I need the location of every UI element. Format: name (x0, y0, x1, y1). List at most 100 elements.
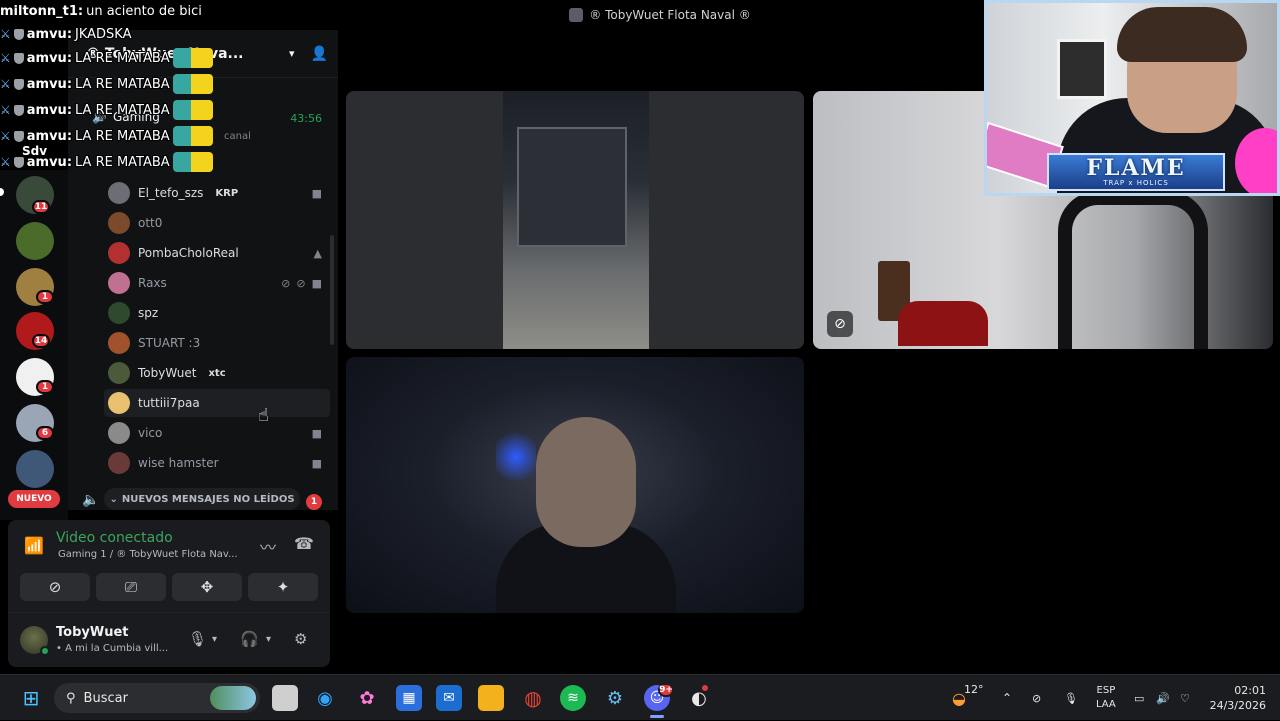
weather-widget[interactable]: ◒ 12° (952, 675, 983, 721)
battery-icon[interactable]: ♡ (1180, 675, 1190, 721)
avatar (108, 452, 130, 474)
clock[interactable]: 02:01 24/3/2026 (1210, 683, 1266, 713)
chrome-icon[interactable]: ◍ (520, 685, 546, 711)
chat-user: amvu: (26, 76, 73, 92)
taskbar: ⊞ ⚲ Buscar ◉ ✿ ▦ ✉ ◍ ≋ ⚙ ☺ 9+ ◐ ◒ 12° ⌃ … (0, 674, 1280, 720)
game-icon: ▲ (313, 246, 322, 260)
chat-user: amvu: (26, 102, 73, 118)
member-row[interactable]: ott0 (104, 209, 330, 237)
member-name: wise hamster (138, 456, 219, 470)
window-title-text: ® TobyWuet Flota Naval ® (589, 8, 751, 22)
avatar (108, 212, 130, 234)
shield-icon (13, 156, 24, 168)
camera-off-button[interactable]: ⊘ (20, 573, 90, 601)
unread-label: NUEVOS MENSAJES NO LEÍDOS (121, 493, 295, 505)
server-badge-6: 6 (36, 426, 54, 440)
user-name[interactable]: TobyWuet (56, 625, 128, 640)
member-row[interactable]: PombaCholoReal ▲ (104, 239, 330, 267)
member-row[interactable]: El_tefo_szs KRP ■ (104, 179, 330, 207)
chevron-down-icon[interactable]: ▾ (266, 634, 271, 645)
streamer-webcam: FLAME TRAP x HOLICS (984, 0, 1280, 196)
hidden-icon[interactable]: ⊘ (1032, 675, 1041, 721)
disconnect-icon[interactable]: ☎ (294, 534, 314, 553)
new-messages-pill[interactable]: NUEVO (8, 490, 60, 508)
file-explorer-icon[interactable] (478, 685, 504, 711)
rail-indicator (0, 188, 4, 196)
server-icon-7[interactable] (16, 450, 54, 488)
voice-location[interactable]: Gaming 1 / ® TobyWuet Flota Nav... (58, 549, 238, 560)
video-hidden-icon[interactable]: ⊘ (827, 311, 853, 337)
activities-icon: ✥ (200, 578, 214, 596)
screen-share-button[interactable]: ⎚ (96, 573, 166, 601)
search-highlight-image (210, 686, 256, 710)
video-tile-1[interactable] (346, 91, 804, 349)
screen-share-icon: ⎚ (124, 578, 137, 596)
language-indicator[interactable]: ESP LAA (1096, 675, 1116, 721)
member-row[interactable]: wise hamster ■ (104, 449, 330, 477)
microphone-icon[interactable]: 🎙 (1064, 675, 1078, 721)
video-tile-3[interactable] (346, 357, 804, 613)
chat-text: LA RE MATABA (75, 76, 170, 92)
chat-user: amvu: (26, 50, 73, 66)
chevron-down-icon[interactable]: ▾ (289, 47, 295, 60)
lang-top: ESP (1096, 685, 1116, 696)
store-icon[interactable]: ▦ (396, 685, 422, 711)
member-row[interactable]: tuttiii7paa (104, 389, 330, 417)
soundboard-button[interactable]: ✦ (248, 573, 318, 601)
video-content (517, 127, 627, 247)
noise-suppression-icon[interactable]: 〰 (260, 534, 276, 558)
clock-date: 24/3/2026 (1209, 699, 1266, 712)
voice-timer: 43:56 (290, 112, 322, 125)
taskbar-search[interactable]: ⚲ Buscar (54, 683, 260, 713)
deafened-icon: ⊘ (296, 276, 306, 290)
member-name: vico (138, 426, 163, 440)
unread-count-badge: 1 (306, 494, 322, 510)
active-app-indicator (650, 715, 664, 718)
chat-text: LA RE MATABA (75, 102, 170, 118)
spotify-icon[interactable]: ≋ (560, 685, 586, 711)
activities-button[interactable]: ✥ (172, 573, 242, 601)
member-row[interactable]: vico ■ (104, 419, 330, 447)
volume-icon[interactable]: 🔊 (1156, 675, 1170, 721)
voice-status[interactable]: Video conectado (56, 530, 173, 546)
chat-message: ⚔ amvu: JKADSKA (0, 23, 132, 45)
avatar (108, 302, 130, 324)
invite-icon[interactable]: 👤 (311, 46, 328, 62)
network-icon[interactable]: ▭ (1134, 675, 1144, 721)
search-icon: ⚲ (66, 690, 76, 706)
microphone-icon[interactable]: 🎙 (188, 630, 207, 648)
steam-icon[interactable]: ⚙ (602, 685, 628, 711)
chevron-up-icon[interactable]: ⌃ (1002, 675, 1012, 721)
member-row[interactable]: STUART :3 (104, 329, 330, 357)
avatar (108, 272, 130, 294)
server-badge-5: 1 (36, 380, 54, 394)
member-name: TobyWuet (138, 366, 197, 380)
server-rail: 11 1 14 1 6 (0, 170, 68, 520)
member-row[interactable]: TobyWuet xtc (104, 359, 330, 387)
copilot-icon[interactable]: ✿ (354, 685, 380, 711)
chat-message: ⚔ amvu: LA RE MATABA (0, 151, 213, 173)
chevron-down-icon[interactable]: ▾ (212, 634, 217, 645)
emote-icon (172, 126, 213, 146)
member-row[interactable]: spz (104, 299, 330, 327)
weather-temp: 12° (963, 682, 984, 696)
edge-icon[interactable]: ◉ (312, 685, 338, 711)
member-name: El_tefo_szs (138, 186, 204, 200)
mic-muted-icon: ⊘ (281, 276, 291, 290)
member-row[interactable]: Raxs ⊘ ⊘ ■ (104, 269, 330, 297)
sword-icon: ⚔ (0, 27, 11, 41)
user-panel: TobyWuet • A mi la Cumbia vill... 🎙 ▾ 🎧 … (8, 612, 330, 667)
mouse-cursor-icon: ☝ (258, 405, 269, 426)
server-badge-3: 1 (36, 290, 54, 304)
unread-messages-bar[interactable]: ⌄ NUEVOS MENSAJES NO LEÍDOS (104, 488, 300, 510)
task-view-icon[interactable] (272, 685, 298, 711)
avatar (108, 422, 130, 444)
windows-start-icon[interactable]: ⊞ (18, 685, 44, 711)
outlook-icon[interactable]: ✉ (436, 685, 462, 711)
headphones-icon[interactable]: 🎧 (240, 630, 259, 648)
signal-icon[interactable]: 📶 (24, 536, 44, 555)
channel-scrollbar[interactable] (330, 235, 334, 345)
server-icon-2[interactable] (16, 222, 54, 260)
gear-icon[interactable]: ⚙ (294, 630, 307, 648)
shield-icon (13, 104, 24, 116)
